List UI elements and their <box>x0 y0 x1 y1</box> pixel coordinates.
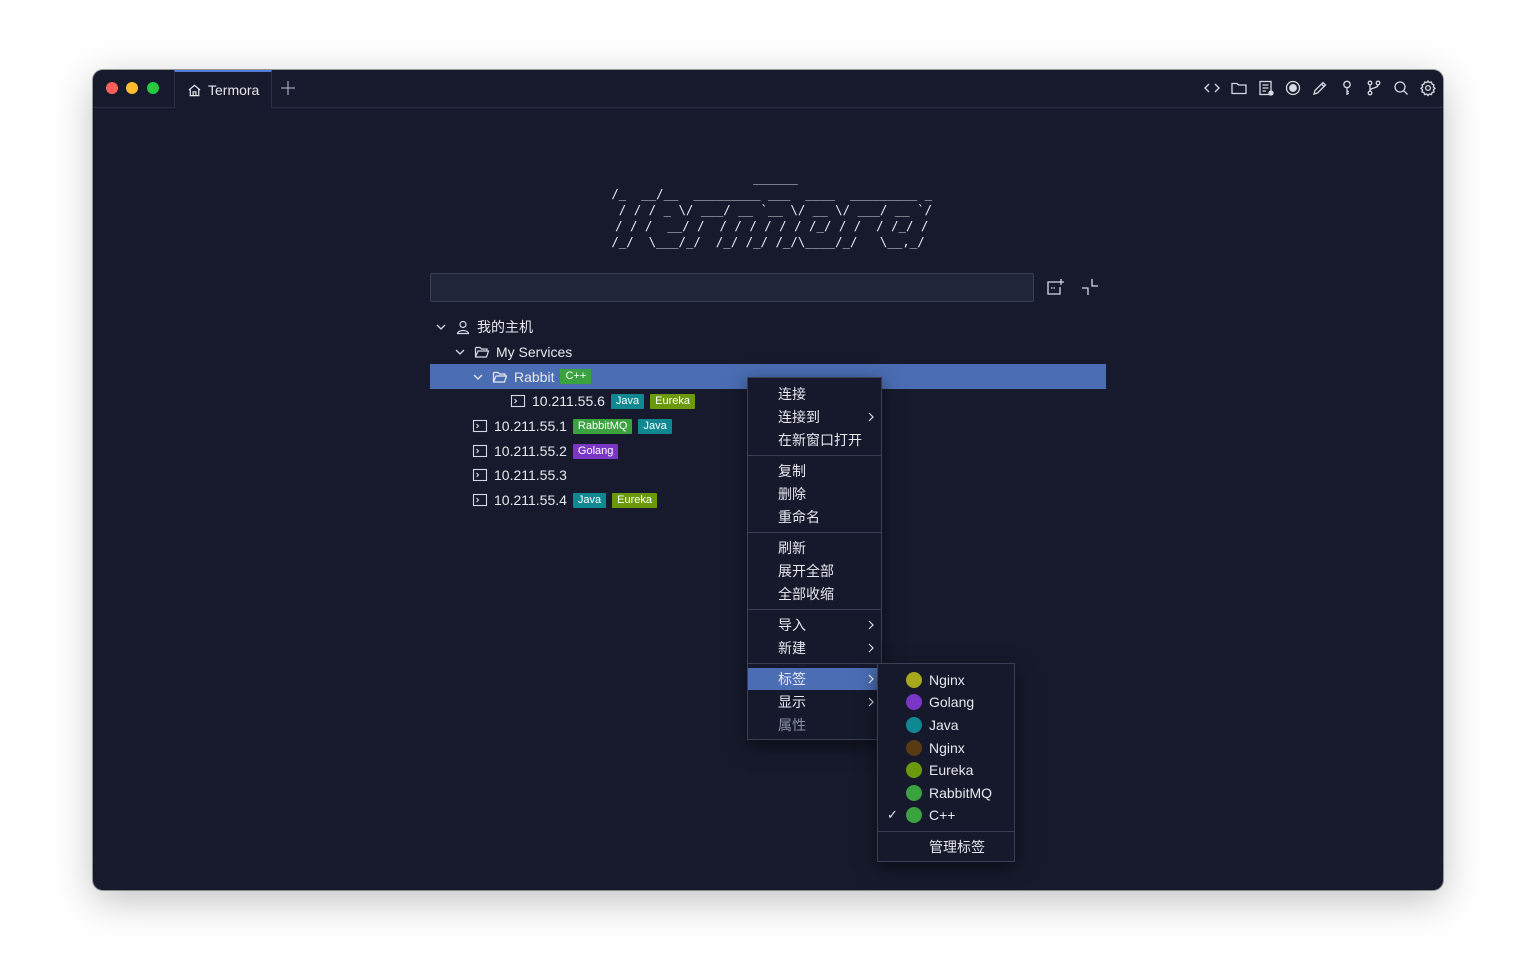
search-input[interactable] <box>430 273 1034 302</box>
menu-item-import[interactable]: 导入 <box>748 614 881 636</box>
title-bar: Termora <box>93 70 1443 108</box>
menu-item-display[interactable]: 显示 <box>748 691 881 713</box>
tag-color-dot <box>906 807 922 823</box>
chevron-right-icon <box>868 412 874 422</box>
menu-item-refresh[interactable]: 刷新 <box>748 537 881 559</box>
minimize-window-button[interactable] <box>126 82 138 94</box>
tree-folder[interactable]: My Services <box>452 340 572 364</box>
host-name: 10.211.55.6 <box>532 393 605 409</box>
tag-badge: Eureka <box>650 393 696 409</box>
folder-open-icon <box>492 369 508 385</box>
new-host-icon[interactable] <box>1044 276 1066 298</box>
chevron-right-icon <box>868 697 874 707</box>
context-menu: 连接 连接到 在新窗口打开 复制 删除 重命名 刷新 展开全部 全部收缩 导入 … <box>747 377 882 740</box>
tag-option[interactable]: Java <box>878 714 1014 736</box>
menu-item-new[interactable]: 新建 <box>748 637 881 659</box>
tag-badge: Eureka <box>612 492 658 508</box>
tag-color-dot <box>906 694 922 710</box>
tag-submenu: Nginx Golang Java Nginx Eureka RabbitMQ … <box>877 663 1015 862</box>
ascii-banner: ______ /_ __/__ _________ ___ ____ _____… <box>611 170 933 249</box>
tree-folder-label: My Services <box>496 344 573 360</box>
terminal-icon <box>472 492 488 508</box>
maximize-window-button[interactable] <box>147 82 159 94</box>
menu-item-copy[interactable]: 复制 <box>748 460 881 482</box>
close-window-button[interactable] <box>106 82 118 94</box>
terminal-icon <box>472 443 488 459</box>
menu-item-expand-all[interactable]: 展开全部 <box>748 560 881 582</box>
host-item[interactable]: 10.211.55.6 Java Eureka <box>510 389 696 413</box>
tag-color-dot <box>906 762 922 778</box>
tag-color-dot <box>906 740 922 756</box>
home-icon <box>187 83 202 98</box>
tag-badge: Java <box>572 492 607 508</box>
host-name: 10.211.55.3 <box>494 467 567 483</box>
tree-root-label: 我的主机 <box>477 319 533 335</box>
terminal-icon <box>472 418 488 434</box>
host-item[interactable]: 10.211.55.2 Golang <box>472 439 619 463</box>
host-item[interactable]: 10.211.55.3 <box>472 463 567 487</box>
chevron-down-icon[interactable] <box>452 344 468 360</box>
menu-separator <box>748 663 881 664</box>
menu-separator <box>748 609 881 610</box>
tag-color-dot <box>906 785 922 801</box>
record-icon[interactable] <box>1284 79 1302 97</box>
tag-option[interactable]: RabbitMQ <box>878 782 1014 804</box>
menu-separator <box>878 831 1014 832</box>
user-icon <box>455 319 471 335</box>
tree-root[interactable]: 我的主机 <box>433 315 533 339</box>
host-name: 10.211.55.1 <box>494 418 567 434</box>
tag-badge: RabbitMQ <box>572 418 633 434</box>
terminal-icon <box>510 393 526 409</box>
tag-badge: Golang <box>572 443 619 459</box>
menu-item-collapse-all[interactable]: 全部收缩 <box>748 583 881 605</box>
host-item[interactable]: 10.211.55.4 Java Eureka <box>472 488 658 512</box>
chevron-down-icon[interactable] <box>433 319 449 335</box>
code-icon[interactable] <box>1203 79 1221 97</box>
tag-option[interactable]: ✓ C++ <box>878 804 1014 826</box>
tag-color-dot <box>906 717 922 733</box>
tag-option[interactable]: Golang <box>878 691 1014 713</box>
manage-tags-button[interactable]: 管理标签 <box>878 836 1014 858</box>
key-icon[interactable] <box>1338 79 1356 97</box>
folder-icon[interactable] <box>1230 79 1248 97</box>
tag-badge: C++ <box>560 369 592 384</box>
tab-termora[interactable]: Termora <box>174 70 272 108</box>
menu-item-rename[interactable]: 重命名 <box>748 506 881 528</box>
menu-item-connect[interactable]: 连接 <box>748 383 881 405</box>
pen-icon[interactable] <box>1311 79 1329 97</box>
tab-label: Termora <box>208 82 260 98</box>
check-icon: ✓ <box>887 807 898 822</box>
tag-color-dot <box>906 672 922 688</box>
menu-item-connect-to[interactable]: 连接到 <box>748 406 881 428</box>
menu-item-delete[interactable]: 删除 <box>748 483 881 505</box>
toolbar <box>1203 79 1437 97</box>
gear-icon[interactable] <box>1419 79 1437 97</box>
terminal-icon <box>472 467 488 483</box>
notes-icon[interactable] <box>1257 79 1275 97</box>
branch-icon[interactable] <box>1365 79 1383 97</box>
tag-option[interactable]: Nginx <box>878 737 1014 759</box>
host-name: 10.211.55.2 <box>494 443 567 459</box>
tag-badge: Java <box>610 393 645 409</box>
chevron-right-icon <box>868 620 874 630</box>
tag-badge: Java <box>638 418 672 434</box>
collapse-all-icon[interactable] <box>1079 276 1101 298</box>
chevron-right-icon <box>868 643 874 653</box>
menu-item-properties[interactable]: 属性 <box>748 714 881 736</box>
chevron-down-icon[interactable] <box>470 369 486 385</box>
tag-option[interactable]: Nginx <box>878 669 1014 691</box>
menu-item-open-new-window[interactable]: 在新窗口打开 <box>748 429 881 451</box>
search-icon[interactable] <box>1392 79 1410 97</box>
menu-separator <box>748 532 881 533</box>
tag-option[interactable]: Eureka <box>878 759 1014 781</box>
host-item[interactable]: 10.211.55.1 RabbitMQ Java <box>472 414 672 438</box>
menu-separator <box>748 455 881 456</box>
folder-open-icon <box>474 344 490 360</box>
tree-subfolder-label: Rabbit <box>514 368 555 385</box>
host-name: 10.211.55.4 <box>494 492 567 508</box>
chevron-right-icon <box>868 674 874 684</box>
menu-item-tags[interactable]: 标签 <box>748 668 881 690</box>
new-tab-icon[interactable] <box>279 79 297 97</box>
app-window: Termora ______ /_ __/__ _________ ___ __… <box>93 70 1443 890</box>
